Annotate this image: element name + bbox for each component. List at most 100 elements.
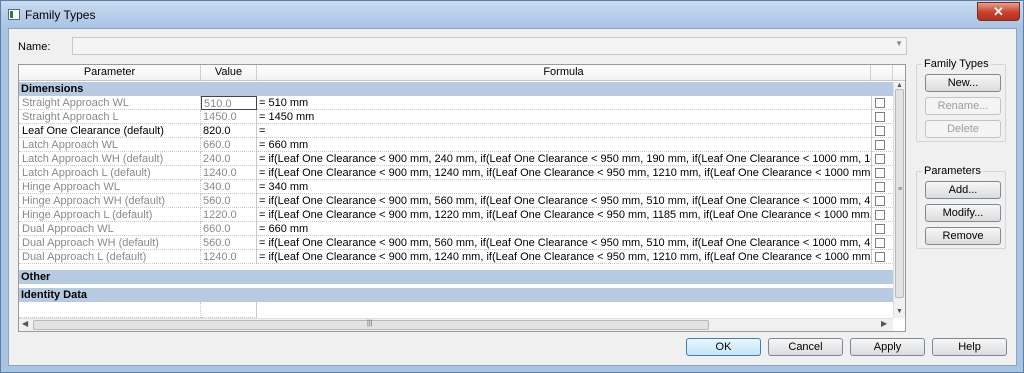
value-cell[interactable]: 1450.0 [201, 110, 257, 124]
lock-checkbox[interactable] [875, 210, 885, 220]
formula-cell[interactable]: = [257, 124, 871, 138]
lock-cell [871, 236, 893, 250]
lock-cell [871, 194, 893, 208]
vertical-scrollbar[interactable]: ▲ ≡ ▼ [893, 82, 905, 318]
lock-checkbox[interactable] [875, 252, 885, 262]
value-cell[interactable]: 1240.0 [201, 250, 257, 264]
lock-cell [871, 152, 893, 166]
table-row[interactable]: Latch Approach L (default) 1240.0 = if(Lea… [19, 166, 893, 180]
parameter-name-cell[interactable]: Straight Approach WL [19, 96, 201, 110]
table-row[interactable]: Latch Approach WH (default) 240.0 = if(Lea… [19, 152, 893, 166]
parameter-name-cell[interactable]: Hinge Approach L (default) [19, 208, 201, 222]
add-parameter-button[interactable]: Add... [925, 181, 1001, 199]
table-row[interactable]: Dual Approach WH (default) 560.0 = if(Leaf… [19, 236, 893, 250]
parameter-name-cell[interactable]: Straight Approach L [19, 110, 201, 124]
column-header-parameter[interactable]: Parameter [19, 65, 201, 81]
table-row[interactable]: Latch Approach WL 660.0 = 660 mm [19, 138, 893, 152]
formula-cell[interactable]: = if(Leaf One Clearance < 900 mm, 1220 m… [257, 208, 871, 222]
section-other[interactable]: Other [19, 270, 893, 284]
formula-cell[interactable]: = if(Leaf One Clearance < 900 mm, 240 mm… [257, 152, 871, 166]
lock-checkbox[interactable] [875, 154, 885, 164]
value-cell[interactable]: 660.0 [201, 138, 257, 152]
table-row[interactable]: Hinge Approach WH (default) 560.0 = if(Lea… [19, 194, 893, 208]
remove-parameter-button[interactable]: Remove [925, 227, 1001, 245]
table-row[interactable]: Dual Approach L (default) 1240.0 = if(Leaf… [19, 250, 893, 264]
table-row[interactable]: Hinge Approach WL 340.0 = 340 mm [19, 180, 893, 194]
value-cell[interactable]: 340.0 [201, 180, 257, 194]
formula-cell[interactable]: = 510 mm [257, 96, 871, 110]
lock-checkbox[interactable] [875, 98, 885, 108]
chevron-down-icon[interactable]: ▼ [895, 39, 903, 48]
scroll-left-icon[interactable]: ◀ [22, 319, 28, 328]
table-row[interactable]: Straight Approach WL 510.0 = 510 mm [19, 96, 893, 110]
section-identity-data[interactable]: Identity Data [19, 288, 893, 302]
column-header-value[interactable]: Value [201, 65, 257, 81]
horizontal-scrollbar[interactable]: ◀ ||| ▶ [19, 318, 893, 331]
parameter-name-cell[interactable]: Leaf One Clearance (default) [19, 124, 201, 138]
parameter-name-cell[interactable]: Latch Approach L (default) [19, 166, 201, 180]
lock-checkbox[interactable] [875, 126, 885, 136]
formula-cell[interactable]: = if(Leaf One Clearance < 900 mm, 1240 m… [257, 250, 871, 264]
value-cell[interactable]: 820.0 [201, 124, 257, 138]
rename-type-button[interactable]: Rename... [925, 97, 1001, 115]
formula-cell[interactable]: = 1450 mm [257, 110, 871, 124]
parameter-name-cell[interactable]: Dual Approach WH (default) [19, 236, 201, 250]
lock-checkbox[interactable] [875, 168, 885, 178]
value-cell[interactable]: 560.0 [201, 236, 257, 250]
help-button[interactable]: Help [932, 338, 1007, 356]
formula-cell[interactable]: = if(Leaf One Clearance < 900 mm, 560 mm… [257, 194, 871, 208]
parameters-group-title: Parameters [922, 165, 983, 177]
formula-cell[interactable]: = 340 mm [257, 180, 871, 194]
parameter-name-cell[interactable]: Latch Approach WL [19, 138, 201, 152]
scroll-down-icon[interactable]: ▼ [896, 308, 903, 315]
value-cell[interactable]: 1220.0 [201, 208, 257, 222]
lock-checkbox[interactable] [875, 196, 885, 206]
title-bar[interactable]: Family Types ✕ [1, 1, 1023, 28]
apply-button[interactable]: Apply [850, 338, 925, 356]
lock-checkbox[interactable] [875, 182, 885, 192]
parameter-name-cell[interactable]: Hinge Approach WH (default) [19, 194, 201, 208]
table-row[interactable]: Leaf One Clearance (default) 820.0 = [19, 124, 893, 138]
grip-icon: ||| [367, 320, 373, 327]
horizontal-scroll-thumb[interactable]: ||| [33, 320, 709, 330]
vertical-scroll-thumb[interactable]: ≡ [895, 89, 904, 298]
formula-cell[interactable]: = 660 mm [257, 138, 871, 152]
formula-cell[interactable]: = if(Leaf One Clearance < 900 mm, 560 mm… [257, 236, 871, 250]
value-cell[interactable]: 240.0 [201, 152, 257, 166]
value-cell[interactable]: 560.0 [201, 194, 257, 208]
lock-checkbox[interactable] [875, 140, 885, 150]
name-combo[interactable]: ▼ [72, 37, 907, 55]
cancel-button[interactable]: Cancel [768, 338, 843, 356]
parameter-name-cell[interactable]: Dual Approach L (default) [19, 250, 201, 264]
parameter-name-cell[interactable]: Dual Approach WL [19, 222, 201, 236]
lock-checkbox[interactable] [875, 112, 885, 122]
value-cell[interactable]: 660.0 [201, 222, 257, 236]
value-cell[interactable]: 510.0 [201, 96, 257, 110]
lock-checkbox[interactable] [875, 238, 885, 248]
app-icon [8, 9, 20, 20]
lock-checkbox[interactable] [875, 224, 885, 234]
modify-parameter-button[interactable]: Modify... [925, 204, 1001, 222]
scroll-right-icon[interactable]: ▶ [881, 319, 887, 328]
parameter-name-cell[interactable]: Latch Approach WH (default) [19, 152, 201, 166]
close-button[interactable]: ✕ [977, 2, 1020, 21]
section-dimensions[interactable]: Dimensions [19, 82, 893, 96]
parameter-name-cell[interactable]: Hinge Approach WL [19, 180, 201, 194]
scroll-up-icon[interactable]: ▲ [896, 82, 903, 89]
delete-type-button[interactable]: Delete [925, 120, 1001, 138]
column-header-formula[interactable]: Formula [257, 65, 871, 81]
blank-value-cell [201, 302, 257, 318]
table-row[interactable]: Hinge Approach L (default) 1220.0 = if(Lea… [19, 208, 893, 222]
formula-cell[interactable]: = 660 mm [257, 222, 871, 236]
table-row[interactable]: Straight Approach L 1450.0 = 1450 mm [19, 110, 893, 124]
new-type-button[interactable]: New... [925, 74, 1001, 92]
formula-cell[interactable]: = if(Leaf One Clearance < 900 mm, 1240 m… [257, 166, 871, 180]
table-row[interactable]: Dual Approach WL 660.0 = 660 mm [19, 222, 893, 236]
family-types-group: Family Types New... Rename... Delete [916, 58, 1006, 142]
column-header-lock[interactable] [871, 65, 893, 81]
lock-cell [871, 124, 893, 138]
family-types-dialog: Family Types ✕ Name: ▼ Parameter Value F… [0, 0, 1024, 373]
value-cell[interactable]: 1240.0 [201, 166, 257, 180]
ok-button[interactable]: OK [686, 338, 761, 356]
lock-cell [871, 208, 893, 222]
